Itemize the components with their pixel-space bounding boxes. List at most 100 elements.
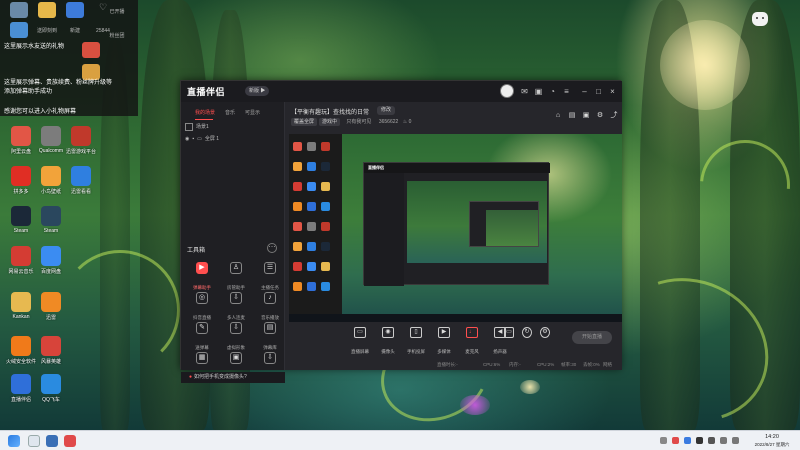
lock-icon[interactable]: ▪	[192, 136, 194, 142]
preview-icon	[307, 222, 316, 231]
search-icon[interactable]	[28, 435, 40, 447]
screen-icon: ▭	[354, 327, 366, 338]
source-control[interactable]: ▶ 多媒体	[429, 327, 459, 358]
source-control[interactable]: ▭ 直播屏幕	[345, 327, 375, 358]
avatar[interactable]	[500, 84, 514, 98]
start-live-button[interactable]: 开始直播	[572, 331, 612, 344]
taskbar-clock[interactable]: 14:20 2022/8/27 星期六	[752, 433, 792, 448]
phone-camera-tip[interactable]: ● 如何把手机变成摄像头?	[181, 372, 285, 383]
game-icon	[41, 126, 61, 146]
desktop-icon[interactable]: QQ飞车	[34, 374, 68, 416]
gear-icon[interactable]: ⚙	[539, 327, 551, 340]
preview-icon	[307, 262, 316, 271]
add-scene-icon[interactable]	[185, 122, 193, 131]
desktop-icon[interactable]: 拼多多	[4, 166, 38, 208]
live-companion-taskbar-icon[interactable]	[64, 435, 76, 447]
tray-app-icon[interactable]	[672, 437, 679, 444]
preview-icon	[307, 242, 316, 251]
tool-item[interactable]: ♙ 房管助手	[219, 262, 253, 290]
source-controls: ▭ 直播屏幕 ◉ 摄像头 ▯ 手机投屏 ▶ 多媒体 ♩ 麦克风 ◀ 扬声器 ▭ ↻ ⚙ 开始直播	[285, 324, 622, 354]
minimize-button[interactable]: –	[579, 86, 590, 97]
mirror-icon[interactable]: ↻	[521, 327, 533, 340]
desktop-icon[interactable]: 网易云音乐	[4, 246, 38, 288]
preview-icon	[307, 282, 316, 291]
eye-icon[interactable]: ◉	[185, 136, 189, 142]
desktop-icon[interactable]: 火绒安全软件	[4, 336, 38, 378]
overlay-fans: 粉丝团	[109, 33, 125, 39]
visibility-label[interactable]: 只有我可见	[346, 119, 371, 125]
tab-music[interactable]: 音乐	[225, 109, 235, 116]
overlay-app-2[interactable]	[74, 42, 108, 59]
desktop-icon[interactable]: Qualcomm	[34, 126, 68, 168]
tool-item[interactable]: ♪ 音乐播放	[253, 292, 287, 320]
screen-icon[interactable]: ▣	[533, 86, 544, 97]
overlay-danmu-note: 这里展示弹幕、贵族续费、粉丝牌升级等	[4, 80, 113, 86]
cat-widget-icon[interactable]	[752, 12, 768, 26]
status-pill[interactable]: 游戏中	[319, 118, 341, 126]
mail-icon[interactable]: ✉	[519, 86, 530, 97]
edit-title-button[interactable]: 修改	[377, 106, 396, 115]
steam-icon	[11, 206, 31, 226]
camera-icon: ◉	[382, 327, 394, 338]
preview-icon	[307, 182, 316, 191]
overlay-live-status: 已开播	[109, 9, 125, 15]
maximize-button[interactable]: □	[593, 86, 604, 97]
phone-icon: ▯	[410, 327, 422, 338]
toolbox-settings-icon[interactable]: ⋯	[267, 243, 277, 253]
desktop-icon[interactable]: 迅雷游戏平台	[64, 126, 98, 168]
preview-icon	[307, 202, 316, 211]
desktop-icon[interactable]: 迅雷	[34, 292, 68, 334]
source-control[interactable]: ♩ 麦克风	[457, 327, 487, 358]
close-button[interactable]: ×	[607, 86, 618, 97]
tray-app-icon[interactable]	[708, 437, 715, 444]
desktop-icon[interactable]: 阿里云盘	[4, 126, 38, 168]
bell-icon[interactable]: ◔	[547, 86, 558, 97]
desktop-icon[interactable]: Steam	[4, 206, 38, 248]
layout-icon[interactable]: ▭	[503, 327, 515, 340]
windows-start-icon[interactable]	[8, 435, 20, 447]
tool-item[interactable]: ▤ 弹幕库	[253, 322, 287, 350]
record-icon[interactable]: ▣	[581, 111, 591, 121]
preview-icon	[293, 182, 302, 191]
file-explorer-icon[interactable]	[46, 435, 58, 447]
tool-item[interactable]: ⇩ 虚拟形象	[219, 322, 253, 350]
desktop-icon[interactable]: 小鸟壁纸	[34, 166, 68, 208]
desktop-icon[interactable]: Kankan	[4, 292, 38, 334]
category-pill[interactable]: 覆盖全屏	[291, 118, 318, 126]
preview-icon	[321, 182, 330, 191]
source-control[interactable]: ◉ 摄像头	[373, 327, 403, 358]
tool-item[interactable]: ⇩ 多人连麦	[219, 292, 253, 320]
network-icon[interactable]	[720, 437, 727, 444]
chat-icon[interactable]: ▤	[567, 111, 577, 121]
microphone-icon: ♩	[466, 327, 478, 338]
tab-my-scenes[interactable]: 我的场景	[195, 109, 215, 116]
desktop-icon[interactable]: 直播伴侣	[4, 374, 38, 416]
overlay-app-1[interactable]	[2, 22, 36, 39]
source-control[interactable]: ▯ 手机投屏	[401, 327, 431, 358]
menu-icon[interactable]: ≡	[561, 86, 572, 97]
preview-desktop-icons	[289, 134, 342, 322]
music-icon: ♪	[264, 292, 276, 304]
settings-icon[interactable]: ⚙	[595, 111, 605, 121]
gift-icon[interactable]: ⌂	[553, 111, 563, 121]
tool-item[interactable]: ☰ 主播任务	[253, 262, 287, 290]
tool-item[interactable]: ✎ 送弹幕	[185, 322, 219, 350]
desktop-icon[interactable]: Steam	[34, 206, 68, 248]
tray-arrow-icon[interactable]	[660, 437, 667, 444]
tray-app-icon[interactable]	[684, 437, 691, 444]
tab-visible[interactable]: 可显示	[245, 109, 260, 116]
tool-item[interactable]: ◎ 抖音直播	[185, 292, 219, 320]
desktop-icon[interactable]: 风暴英雄	[34, 336, 68, 378]
tray-app-icon[interactable]	[696, 437, 703, 444]
live-preview[interactable]: 直播伴侣	[289, 134, 622, 322]
desktop-overlay-panel: 送即刻到 新建 ♡ 25844 已开播 粉丝团 这里展示水友送的礼物 这里展示弹…	[0, 0, 138, 116]
desktop-icon[interactable]: 百度网盘	[34, 246, 68, 288]
preview-icon	[321, 262, 330, 271]
desktop-icon[interactable]: 迅雷看看	[64, 166, 98, 208]
scene-item-fullscreen[interactable]: ◉ ▪ ▭ 全屏 1	[185, 134, 281, 144]
new-version-badge[interactable]: 新版 ▶	[245, 86, 270, 96]
share-icon[interactable]: ⤴	[609, 111, 619, 121]
volume-icon[interactable]	[732, 437, 739, 444]
scene-group-row[interactable]: 场景1	[185, 122, 281, 132]
tool-item[interactable]: ▶ 弹幕助手	[185, 262, 219, 290]
